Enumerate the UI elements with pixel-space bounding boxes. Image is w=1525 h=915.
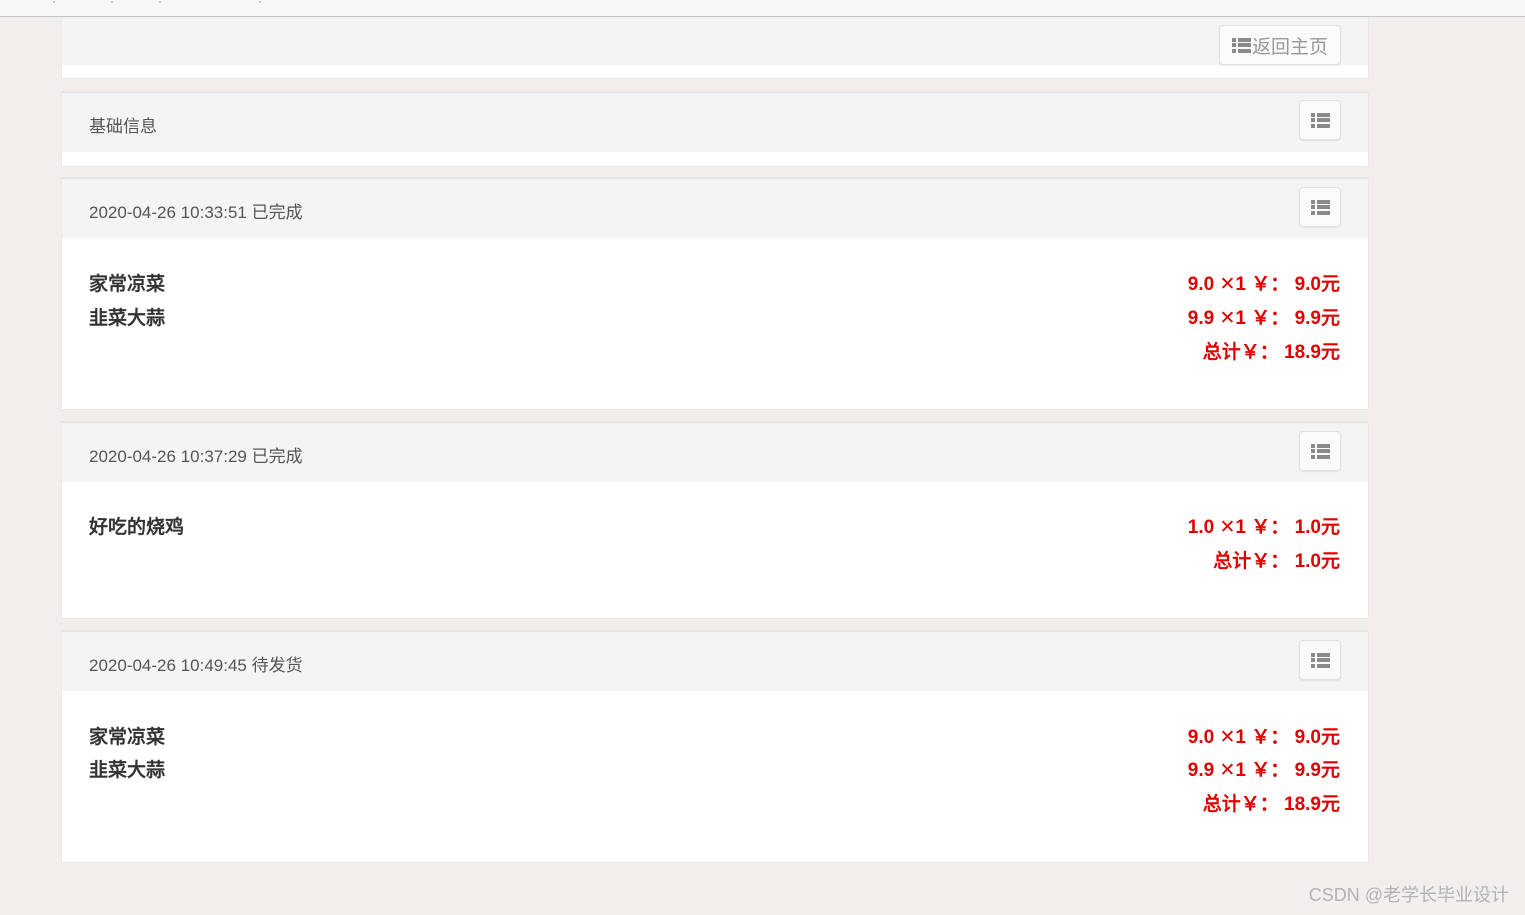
csdn-watermark: CSDN @老学长毕业设计 xyxy=(1308,885,1509,905)
browser-top-strip: · · · · xyxy=(0,0,1525,17)
subtotal: 9.9元 xyxy=(1294,308,1340,329)
order-heading-text: 2020-04-26 10:33:51 已完成 xyxy=(89,198,303,223)
order-heading: 2020-04-26 10:33:51 已完成 xyxy=(62,179,1368,238)
top-fragment: · xyxy=(52,0,56,8)
quantity: ✕1 xyxy=(1219,760,1247,781)
basic-info-toggle-button[interactable] xyxy=(1299,100,1341,140)
unit-price: 9.9 xyxy=(1187,308,1215,329)
total-value: 18.9元 xyxy=(1284,794,1340,815)
basic-info-heading: 基础信息 xyxy=(62,93,1368,152)
order-item-price: 9.9 ✕1 ￥： 9.9元 xyxy=(1188,303,1340,330)
order-heading-text: 2020-04-26 10:49:45 待发货 xyxy=(89,651,303,676)
subtotal: 9.0元 xyxy=(1294,274,1340,295)
back-home-label: 返回主页 xyxy=(1251,36,1328,58)
total-label: 总计￥： xyxy=(1213,551,1290,572)
subtotal-label: ￥： xyxy=(1251,727,1290,748)
order-time: 2020-04-26 10:33:51 xyxy=(89,203,247,222)
order-item-price: 9.0 ✕1 ￥： 9.0元 xyxy=(1188,269,1340,296)
order-item-name: 韭菜大蒜 xyxy=(89,760,166,781)
nav-panel-heading: 返回主页 xyxy=(62,17,1368,65)
order-status: 已完成 xyxy=(251,447,303,466)
top-fragment: · xyxy=(110,0,114,8)
list-icon xyxy=(1310,199,1330,215)
total-label: 总计￥： xyxy=(1202,794,1279,815)
order-panel: 2020-04-26 10:33:51 已完成 家常凉菜 韭菜大蒜 9.0 ✕1… xyxy=(62,178,1368,409)
subtotal: 9.0元 xyxy=(1294,727,1340,748)
top-fragment: · xyxy=(158,0,162,8)
order-toggle-button[interactable] xyxy=(1299,187,1341,227)
quantity: ✕1 xyxy=(1219,727,1247,748)
order-heading-text: 2020-04-26 10:37:29 已完成 xyxy=(89,442,303,467)
order-time: 2020-04-26 10:37:29 xyxy=(89,447,247,466)
top-fragment: · xyxy=(258,0,262,8)
subtotal: 1.0元 xyxy=(1294,517,1340,538)
subtotal-label: ￥： xyxy=(1251,274,1290,295)
order-total: 总计￥： 1.0元 xyxy=(1213,546,1340,573)
order-total: 总计￥： 18.9元 xyxy=(1203,337,1340,364)
list-icon xyxy=(1231,37,1251,53)
order-heading: 2020-04-26 10:49:45 待发货 xyxy=(62,632,1368,691)
order-item-price: 1.0 ✕1 ￥： 1.0元 xyxy=(1188,512,1340,539)
order-item-name: 家常凉菜 xyxy=(89,274,166,295)
order-status: 已完成 xyxy=(251,203,303,222)
unit-price: 9.0 xyxy=(1187,274,1215,295)
list-icon xyxy=(1310,652,1330,668)
order-heading: 2020-04-26 10:37:29 已完成 xyxy=(62,423,1368,482)
order-item-price: 9.0 ✕1 ￥： 9.0元 xyxy=(1188,722,1340,749)
total-label: 总计￥： xyxy=(1202,342,1279,363)
order-toggle-button[interactable] xyxy=(1299,431,1341,471)
order-total: 总计￥： 18.9元 xyxy=(1203,789,1340,816)
subtotal: 9.9元 xyxy=(1294,760,1340,781)
subtotal-label: ￥： xyxy=(1251,517,1290,538)
list-icon xyxy=(1310,443,1330,459)
total-value: 1.0元 xyxy=(1294,551,1340,572)
quantity: ✕1 xyxy=(1219,517,1247,538)
order-item-name: 韭菜大蒜 xyxy=(89,308,166,329)
unit-price: 9.9 xyxy=(1187,760,1215,781)
order-item-name: 家常凉菜 xyxy=(89,727,166,748)
order-time: 2020-04-26 10:49:45 xyxy=(89,656,247,675)
list-icon xyxy=(1310,112,1330,128)
basic-info-panel: 基础信息 xyxy=(62,92,1368,166)
quantity: ✕1 xyxy=(1219,274,1247,295)
order-item-price: 9.9 ✕1 ￥： 9.9元 xyxy=(1188,755,1340,782)
subtotal-label: ￥： xyxy=(1251,308,1290,329)
unit-price: 1.0 xyxy=(1187,517,1215,538)
back-home-button[interactable]: 返回主页 xyxy=(1219,25,1341,65)
order-item-name: 好吃的烧鸡 xyxy=(89,517,185,538)
order-toggle-button[interactable] xyxy=(1299,640,1341,680)
order-status: 待发货 xyxy=(251,656,303,675)
total-value: 18.9元 xyxy=(1284,342,1340,363)
quantity: ✕1 xyxy=(1219,308,1247,329)
basic-info-title: 基础信息 xyxy=(89,117,157,136)
unit-price: 9.0 xyxy=(1187,727,1215,748)
order-panel: 2020-04-26 10:37:29 已完成 好吃的烧鸡 1.0 ✕1 ￥： … xyxy=(62,422,1368,618)
nav-panel: 返回主页 xyxy=(62,17,1368,78)
order-panel: 2020-04-26 10:49:45 待发货 家常凉菜 韭菜大蒜 9.0 ✕1… xyxy=(62,631,1368,862)
subtotal-label: ￥： xyxy=(1251,760,1290,781)
